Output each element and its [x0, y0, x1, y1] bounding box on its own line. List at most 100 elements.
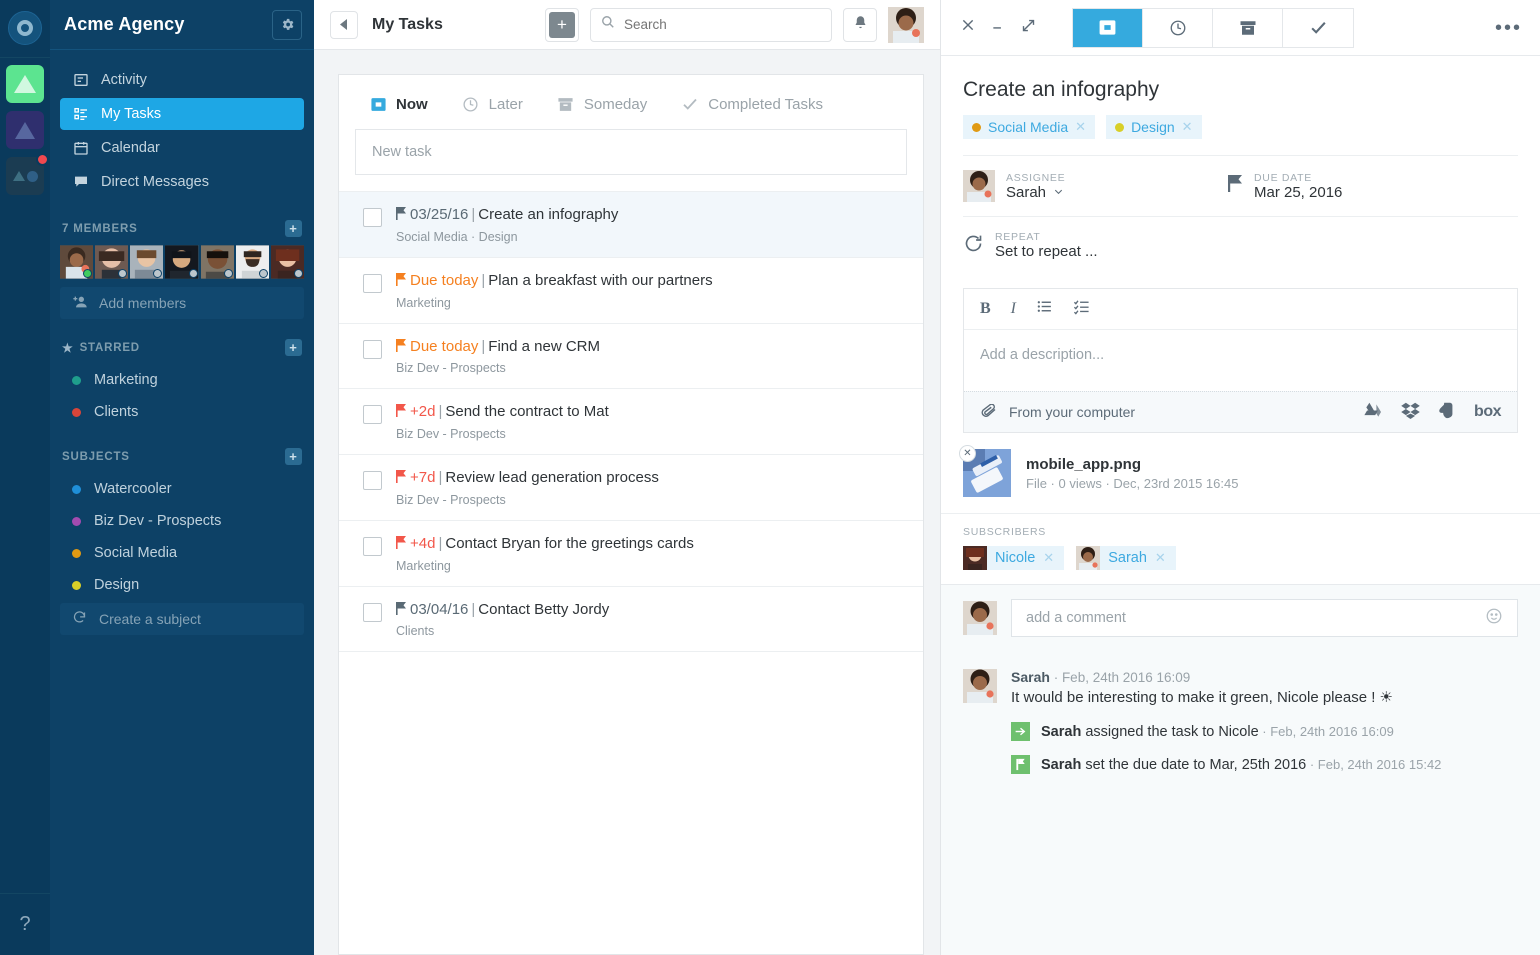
- subject-chip-social-media[interactable]: Social Media ✕: [963, 115, 1096, 139]
- subscriber-chip-nicole[interactable]: Nicole ✕: [963, 546, 1065, 570]
- task-checkbox[interactable]: [363, 602, 382, 622]
- tab-someday[interactable]: Someday: [557, 95, 647, 113]
- minimize-icon[interactable]: [991, 18, 1005, 37]
- sidebar-item-social-media[interactable]: Social Media: [50, 537, 314, 569]
- bold-button[interactable]: B: [980, 300, 991, 318]
- subject-item-label: Watercooler: [94, 481, 172, 497]
- assignee-block[interactable]: ASSIGNEE Sarah: [963, 170, 1065, 202]
- dropbox-icon[interactable]: [1401, 402, 1420, 422]
- avatar[interactable]: [200, 245, 234, 279]
- search-box[interactable]: [590, 7, 832, 42]
- workspace-switcher: [6, 65, 49, 195]
- workspace-tile-1[interactable]: [6, 65, 44, 103]
- description-input[interactable]: Add a description...: [964, 330, 1517, 391]
- table-row[interactable]: 03/04/16 | Contact Betty Jordy Clients: [339, 587, 923, 653]
- table-row[interactable]: +4d | Contact Bryan for the greetings card…: [339, 521, 923, 587]
- new-task-placeholder: New task: [372, 144, 432, 160]
- chevron-down-icon[interactable]: [1053, 184, 1064, 201]
- subject-item-label: Design: [94, 577, 140, 593]
- app-root: ? Acme Agency Activity My Tasks Calendar…: [0, 0, 1540, 955]
- notifications-button[interactable]: [843, 7, 877, 42]
- starred-label: STARRED: [79, 341, 140, 354]
- add-member-plus-icon[interactable]: +: [285, 220, 302, 237]
- sidebar-item-design[interactable]: Design: [50, 569, 314, 601]
- add-starred-plus-icon[interactable]: +: [285, 339, 302, 356]
- archive-icon: [557, 95, 575, 113]
- sidebar-item-my-tasks[interactable]: My Tasks: [60, 98, 304, 130]
- detail-tab-later[interactable]: [1143, 8, 1213, 47]
- avatar[interactable]: [95, 245, 129, 279]
- avatar[interactable]: [130, 245, 164, 279]
- avatar[interactable]: [235, 245, 269, 279]
- expand-icon[interactable]: [1021, 18, 1036, 38]
- upload-label[interactable]: From your computer: [1009, 404, 1135, 420]
- paperclip-icon[interactable]: [980, 403, 998, 421]
- tab-later[interactable]: Later: [462, 95, 523, 113]
- subject-chip-design[interactable]: Design ✕: [1106, 115, 1202, 139]
- repeat-row[interactable]: REPEAT Set to repeat ...: [941, 217, 1540, 274]
- task-detail-title: Create an infography: [963, 78, 1160, 101]
- detail-tab-inbox[interactable]: [1073, 8, 1143, 47]
- close-icon[interactable]: ✕: [1155, 550, 1166, 566]
- sidebar-item-direct-messages[interactable]: Direct Messages: [60, 166, 304, 198]
- comment-input[interactable]: add a comment: [1011, 599, 1518, 637]
- sidebar-item-watercooler[interactable]: Watercooler: [50, 473, 314, 505]
- sidebar-item-label: My Tasks: [101, 106, 162, 122]
- new-task-input[interactable]: New task: [355, 129, 907, 175]
- add-button[interactable]: +: [545, 7, 579, 42]
- activity-feed: Sarah · Feb, 24th 2016 16:09 It would be…: [941, 651, 1540, 955]
- close-icon[interactable]: ✕: [1182, 119, 1193, 135]
- bullet-list-icon[interactable]: [1036, 298, 1053, 320]
- task-checkbox[interactable]: [363, 405, 382, 425]
- evernote-icon[interactable]: [1439, 402, 1455, 422]
- sidebar-item-label: Direct Messages: [101, 174, 209, 190]
- sidebar-item-calendar[interactable]: Calendar: [60, 132, 304, 164]
- create-subject-button[interactable]: Create a subject: [60, 603, 304, 635]
- close-icon[interactable]: [961, 18, 975, 37]
- table-row[interactable]: 03/25/16 | Create an infography Social Med…: [339, 191, 923, 258]
- workspace-tile-3[interactable]: [6, 153, 49, 195]
- close-icon[interactable]: ✕: [1075, 119, 1086, 135]
- emoji-icon[interactable]: [1485, 607, 1503, 630]
- workspace-tile-2[interactable]: [6, 111, 44, 149]
- search-input[interactable]: [624, 17, 821, 32]
- italic-button[interactable]: I: [1011, 300, 1016, 318]
- attachment-item[interactable]: ✕ mobile_app.png File · 0 views · Dec, 2…: [941, 433, 1540, 513]
- add-subject-plus-icon[interactable]: +: [285, 448, 302, 465]
- box-icon[interactable]: box: [1474, 403, 1501, 421]
- gear-icon[interactable]: [272, 9, 302, 40]
- add-members-button[interactable]: Add members: [60, 287, 304, 319]
- task-checkbox[interactable]: [363, 536, 382, 556]
- avatar[interactable]: [270, 245, 304, 279]
- table-row[interactable]: +7d | Review lead generation process Biz D…: [339, 455, 923, 521]
- clock-icon: [462, 95, 480, 113]
- google-drive-icon[interactable]: [1363, 402, 1382, 422]
- task-checkbox[interactable]: [363, 273, 382, 293]
- subscriber-chip-sarah[interactable]: Sarah ✕: [1076, 546, 1176, 570]
- sidebar-item-clients[interactable]: Clients: [50, 396, 314, 428]
- user-avatar[interactable]: [888, 6, 924, 43]
- remove-attachment-icon[interactable]: ✕: [959, 445, 976, 462]
- help-button[interactable]: ?: [0, 893, 50, 955]
- sidebar-item-marketing[interactable]: Marketing: [50, 364, 314, 396]
- tab-completed-tasks[interactable]: Completed Tasks: [681, 95, 823, 113]
- due-date-block[interactable]: DUE DATE Mar 25, 2016: [1228, 170, 1518, 202]
- table-row[interactable]: +2d | Send the contract to Mat Biz Dev - P…: [339, 389, 923, 455]
- checklist-icon[interactable]: [1073, 298, 1090, 320]
- close-icon[interactable]: ✕: [1043, 550, 1054, 566]
- sidebar-item-biz-dev-prospects[interactable]: Biz Dev - Prospects: [50, 505, 314, 537]
- avatar[interactable]: [60, 245, 94, 279]
- tab-now[interactable]: Now: [369, 95, 428, 113]
- task-checkbox[interactable]: [363, 471, 382, 490]
- back-button[interactable]: [330, 10, 358, 39]
- avatar[interactable]: [165, 245, 199, 279]
- table-row[interactable]: Due today | Plan a breakfast with our part…: [339, 258, 923, 324]
- attachment-meta: File · 0 views · Dec, 23rd 2015 16:45: [1026, 475, 1239, 491]
- sidebar-item-activity[interactable]: Activity: [60, 64, 304, 96]
- task-checkbox[interactable]: [363, 208, 382, 227]
- detail-tab-archive[interactable]: [1213, 8, 1283, 47]
- detail-tab-complete[interactable]: [1283, 8, 1353, 47]
- table-row[interactable]: Due today | Find a new CRM Biz Dev - Prosp…: [339, 324, 923, 390]
- circle-logo-icon[interactable]: [8, 11, 42, 45]
- task-checkbox[interactable]: [363, 339, 382, 359]
